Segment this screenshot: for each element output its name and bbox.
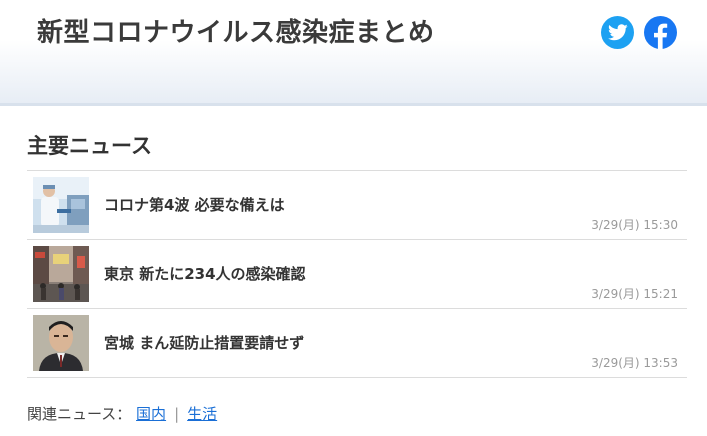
news-headline[interactable]: 宮城 まん延防止措置要請せず	[104, 332, 304, 353]
facebook-share-button[interactable]	[644, 16, 677, 49]
news-thumbnail-lab[interactable]	[33, 177, 89, 233]
related-separator: |	[174, 405, 180, 423]
page-title: 新型コロナウイルス感染症まとめ	[37, 18, 435, 48]
related-news-label: 関連ニュース：	[27, 405, 132, 423]
news-item[interactable]: コロナ第4波 必要な備えは 3/29(月) 15:30	[27, 171, 687, 240]
related-link-domestic[interactable]: 国内	[136, 405, 166, 423]
news-timestamp: 3/29(月) 15:30	[591, 218, 678, 232]
section-title-main-news: 主要ニュース	[27, 134, 152, 158]
news-headline[interactable]: コロナ第4波 必要な備えは	[104, 194, 285, 215]
news-thumbnail-street[interactable]	[33, 246, 89, 302]
related-link-life[interactable]: 生活	[187, 405, 217, 423]
twitter-share-button[interactable]	[601, 16, 634, 49]
news-list: コロナ第4波 必要な備えは 3/29(月) 15:30 東京 新たに234人の感…	[27, 170, 687, 378]
page-header: 新型コロナウイルス感染症まとめ	[0, 0, 707, 106]
facebook-icon	[654, 23, 668, 49]
related-news: 関連ニュース： 国内 | 生活	[27, 403, 217, 424]
twitter-icon	[607, 24, 628, 41]
news-headline[interactable]: 東京 新たに234人の感染確認	[104, 263, 306, 284]
news-timestamp: 3/29(月) 13:53	[591, 356, 678, 370]
news-item[interactable]: 宮城 まん延防止措置要請せず 3/29(月) 13:53	[27, 309, 687, 378]
news-timestamp: 3/29(月) 15:21	[591, 287, 678, 301]
news-thumbnail-portrait[interactable]	[33, 315, 89, 371]
news-item[interactable]: 東京 新たに234人の感染確認 3/29(月) 15:21	[27, 240, 687, 309]
